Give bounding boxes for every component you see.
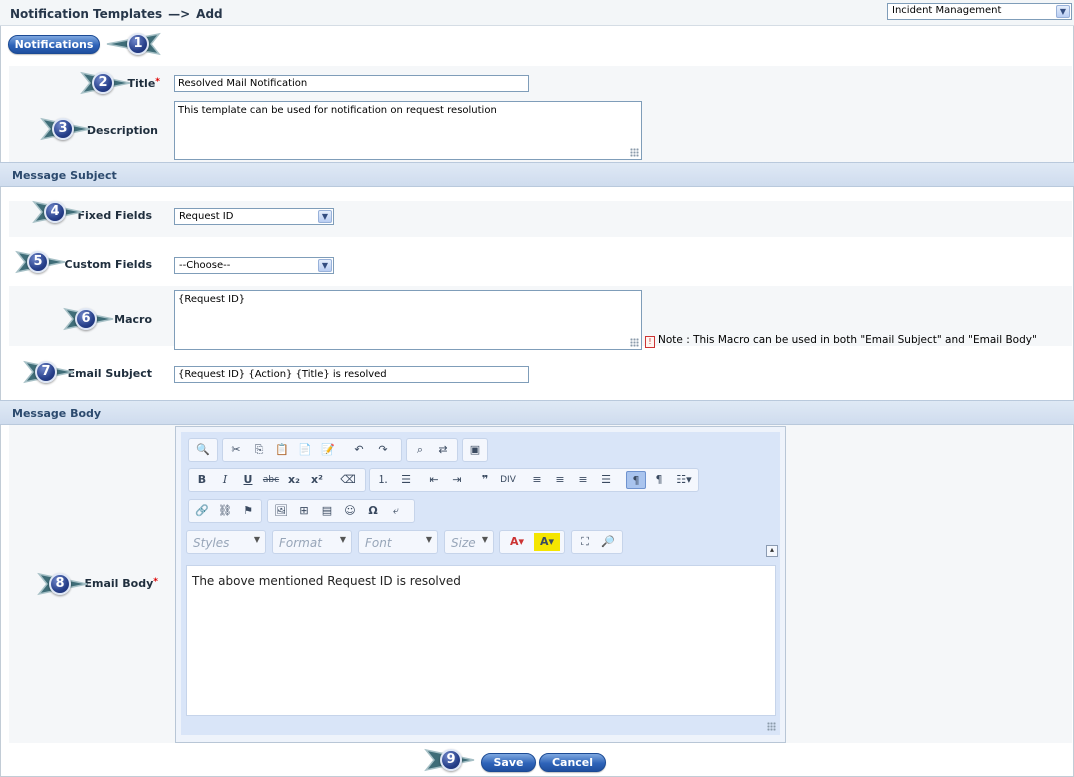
blockquote-icon[interactable]: ❞: [475, 471, 495, 489]
outdent-icon[interactable]: ⇤: [424, 471, 444, 489]
indent-icon[interactable]: ⇥: [447, 471, 467, 489]
toolbar-group-tools: ⛶ 🔎: [571, 530, 623, 554]
step-badge-4: 4: [32, 198, 108, 226]
step-badge-8: 8: [37, 570, 113, 598]
styles-combo[interactable]: Styles ▼: [186, 530, 266, 554]
align-right-icon[interactable]: ≡: [573, 471, 593, 489]
rtl-icon[interactable]: ¶: [649, 471, 669, 489]
paste-text-icon[interactable]: 📄: [295, 441, 315, 459]
step-badge-2: 2: [80, 69, 156, 97]
bold-icon[interactable]: B: [192, 471, 212, 489]
image-icon[interactable]: 🖼: [271, 502, 291, 520]
page-break-icon[interactable]: ⤶: [386, 502, 406, 520]
superscript-icon[interactable]: x²: [307, 471, 327, 489]
toolbar-group-insert: 🖼 ⊞ ▤ ☺ Ω ⤶: [267, 499, 415, 523]
align-left-icon[interactable]: ≡: [527, 471, 547, 489]
show-blocks-icon[interactable]: 🔎: [598, 533, 618, 551]
smiley-icon[interactable]: ☺: [340, 502, 360, 520]
fixed-fields-row: [9, 201, 1072, 237]
step-badge-5: 5: [15, 248, 91, 276]
toolbar-group-select-all: ▣: [462, 438, 488, 462]
size-combo[interactable]: Size ▼: [444, 530, 494, 554]
unlink-icon[interactable]: ⛓: [215, 502, 235, 520]
rich-text-editor: 🔍 ✂ ⎘ 📋 📄 📝 ↶ ↷ ⌕ ⇄ ▣ B I U abc x₂ x² ⌫: [175, 426, 786, 743]
chevron-down-icon: ▼: [318, 259, 332, 272]
email-subject-input[interactable]: {Request ID} {Action} {Title} is resolve…: [174, 366, 529, 383]
description-textarea[interactable]: This template can be used for notificati…: [174, 101, 642, 160]
italic-icon[interactable]: I: [215, 471, 235, 489]
strikethrough-icon[interactable]: abc: [261, 471, 281, 489]
editor-content-area[interactable]: The above mentioned Request ID is resolv…: [186, 565, 776, 716]
div-container-icon[interactable]: DIV: [498, 471, 518, 489]
format-combo[interactable]: Format ▼: [272, 530, 352, 554]
subscript-icon[interactable]: x₂: [284, 471, 304, 489]
custom-fields-select[interactable]: --Choose-- ▼: [174, 257, 334, 274]
numbered-list-icon[interactable]: ⒈: [373, 471, 393, 489]
note-icon: !: [645, 336, 655, 348]
toolbar-group-format: B I U abc x₂ x² ⌫: [188, 468, 366, 492]
editor-toolbar-area: 🔍 ✂ ⎘ 📋 📄 📝 ↶ ↷ ⌕ ⇄ ▣ B I U abc x₂ x² ⌫: [181, 432, 780, 735]
replace-icon[interactable]: ⇄: [433, 441, 453, 459]
justify-icon[interactable]: ☰: [596, 471, 616, 489]
macro-note: ! Note : This Macro can be used in both "…: [645, 334, 1037, 348]
section-message-body: Message Body: [0, 400, 1074, 425]
section-message-subject: Message Subject: [0, 162, 1074, 187]
fixed-fields-select[interactable]: Request ID ▼: [174, 208, 334, 225]
step-badge-6: 6: [63, 305, 139, 333]
language-icon[interactable]: ☷▾: [672, 471, 696, 489]
title-input[interactable]: Resolved Mail Notification: [174, 75, 529, 92]
resize-grip-icon[interactable]: [630, 338, 639, 347]
select-all-icon[interactable]: ▣: [465, 441, 485, 459]
anchor-flag-icon[interactable]: ⚑: [238, 502, 258, 520]
cancel-button[interactable]: Cancel: [539, 753, 606, 772]
module-select[interactable]: Incident Management ▼: [887, 3, 1072, 20]
background-color-icon[interactable]: A▾: [534, 533, 560, 551]
step-badge-3: 3: [40, 115, 116, 143]
page-header: Notification Templates —> Add Incident Man…: [0, 0, 1074, 26]
underline-icon[interactable]: U: [238, 471, 258, 489]
step-badge-7: 7: [23, 358, 99, 386]
collapse-toolbar-icon[interactable]: ▴: [766, 545, 778, 557]
toolbar-group-paragraph: ⒈ ☰ ⇤ ⇥ ❞ DIV ≡ ≡ ≡ ☰ ¶ ¶ ☷▾: [369, 468, 699, 492]
ltr-icon[interactable]: ¶: [626, 471, 646, 489]
maximize-icon[interactable]: ⛶: [575, 533, 595, 551]
toolbar-group-clipboard: ✂ ⎘ 📋 📄 📝 ↶ ↷: [222, 438, 402, 462]
toolbar-group-links: 🔗 ⛓ ⚑: [188, 499, 262, 523]
chevron-down-icon: ▼: [318, 210, 332, 223]
step-badge-1: 1: [103, 30, 179, 58]
special-char-icon[interactable]: Ω: [363, 502, 383, 520]
cut-icon[interactable]: ✂: [226, 441, 246, 459]
toolbar-group-preview: 🔍: [188, 438, 218, 462]
macro-textarea[interactable]: {Request ID}: [174, 290, 642, 350]
resize-grip-icon[interactable]: [630, 148, 639, 157]
preview-icon[interactable]: 🔍: [193, 441, 213, 459]
arrow-right-icon: [424, 748, 475, 772]
editor-resize-grip-icon[interactable]: [767, 722, 776, 731]
step-badge-9: 9: [424, 746, 500, 774]
notifications-button[interactable]: Notifications: [8, 35, 100, 54]
link-icon[interactable]: 🔗: [192, 502, 212, 520]
font-combo[interactable]: Font ▼: [358, 530, 438, 554]
table-icon[interactable]: ⊞: [294, 502, 314, 520]
undo-icon[interactable]: ↶: [349, 441, 369, 459]
bulleted-list-icon[interactable]: ☰: [396, 471, 416, 489]
copy-icon[interactable]: ⎘: [249, 441, 269, 459]
remove-format-icon[interactable]: ⌫: [338, 471, 358, 489]
text-color-icon[interactable]: A▾: [504, 533, 530, 551]
redo-icon[interactable]: ↷: [373, 441, 393, 459]
chevron-down-icon: ▼: [1056, 5, 1070, 18]
align-center-icon[interactable]: ≡: [550, 471, 570, 489]
paste-icon[interactable]: 📋: [272, 441, 292, 459]
toolbar-group-colors: A▾ A▾: [499, 530, 565, 554]
find-icon[interactable]: ⌕: [410, 441, 430, 459]
toolbar-group-find: ⌕ ⇄: [406, 438, 458, 462]
paste-word-icon[interactable]: 📝: [318, 441, 338, 459]
page-title: Notification Templates —> Add: [10, 7, 223, 21]
horizontal-rule-icon[interactable]: ▤: [317, 502, 337, 520]
